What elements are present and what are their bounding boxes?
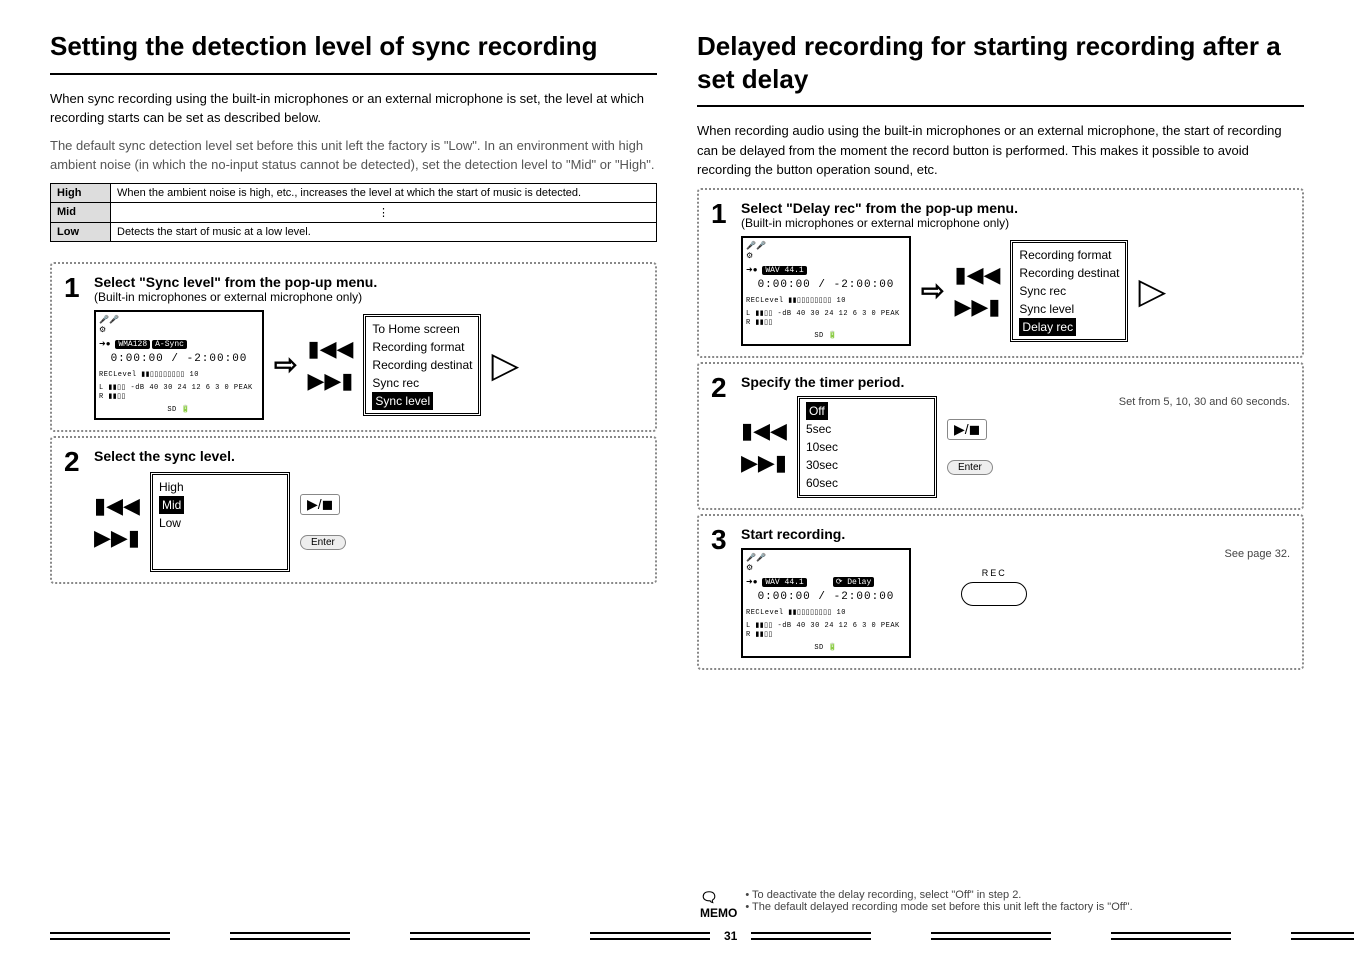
menu-item: 5sec — [806, 420, 928, 438]
menu-item: Recording format — [372, 338, 472, 356]
heading-right: Delayed recording for starting recording… — [697, 30, 1304, 95]
cell-mid-label: Mid — [51, 202, 111, 222]
intro-para-right: When recording audio using the built-in … — [697, 121, 1304, 180]
next-icon: ▶▶▮ — [741, 450, 787, 476]
heading-left: Setting the detection level of sync reco… — [50, 30, 657, 63]
timer-note: Set from 5, 10, 30 and 60 seconds. — [1119, 396, 1290, 408]
cell-mid-desc: ⋮ — [111, 202, 657, 222]
next-icon: ▶▶▮ — [954, 294, 1000, 320]
prev-icon: ▮◀◀ — [954, 262, 1000, 288]
step-number: 3 — [711, 526, 741, 554]
next-icon: ▶▶▮ — [307, 368, 353, 394]
memo-bubble-icon: 🗨 — [700, 889, 737, 906]
table-row: Low Detects the start of music at a low … — [51, 222, 657, 241]
menu-item: High — [159, 478, 281, 496]
menu-item: To Home screen — [372, 320, 472, 338]
menu-item: Recording format — [1019, 246, 1119, 264]
menu-item-selected: Delay rec — [1019, 318, 1076, 336]
table-row: High When the ambient noise is high, etc… — [51, 183, 657, 202]
page-footer: 31 English — [0, 926, 1354, 946]
menu-item-selected: Mid — [159, 496, 184, 514]
chevron-right-icon: ▷ — [491, 344, 519, 386]
right-step-2: 2 Specify the timer period. ▮◀◀ ▶▶▮ Off … — [697, 362, 1304, 510]
step-number: 1 — [64, 274, 94, 302]
chevron-right-icon: ▷ — [1138, 270, 1166, 312]
menu-item-selected: Sync level — [372, 392, 433, 410]
step-title: Select "Sync level" from the pop-up menu… — [94, 274, 643, 290]
memo-line-1: • To deactivate the delay recording, sel… — [745, 889, 1132, 901]
right-step-1: 1 Select "Delay rec" from the pop-up men… — [697, 188, 1304, 358]
intro-para-2: The default sync detection level set bef… — [50, 136, 657, 175]
prev-icon: ▮◀◀ — [741, 418, 787, 444]
menu-item: Sync rec — [372, 374, 472, 392]
menu-item: Recording destinat — [1019, 264, 1119, 282]
table-row: Mid ⋮ — [51, 202, 657, 222]
rule — [50, 73, 657, 75]
prev-icon: ▮◀◀ — [94, 493, 140, 519]
menu-item: Sync rec — [1019, 282, 1119, 300]
levels-table: High When the ambient noise is high, etc… — [50, 183, 657, 242]
page-number: 31 — [724, 929, 737, 943]
cell-low-label: Low — [51, 222, 111, 241]
prev-icon: ▮◀◀ — [307, 336, 353, 362]
menu-item: 10sec — [806, 438, 928, 456]
menu-item: 30sec — [806, 456, 928, 474]
rec-label: REC — [982, 568, 1007, 578]
right-arrow-icon: ⇨ — [921, 274, 944, 307]
memo-line-2: • The default delayed recording mode set… — [745, 901, 1132, 913]
enter-button: Enter — [947, 460, 993, 475]
step-subtitle: (Built-in microphones or external microp… — [741, 216, 1290, 230]
rec-button-icon — [961, 582, 1027, 606]
cell-low-desc: Detects the start of music at a low leve… — [111, 222, 657, 241]
menu-item: Sync level — [1019, 300, 1119, 318]
step-number: 1 — [711, 200, 741, 228]
menu-item: Recording destinat — [372, 356, 472, 374]
step-title: Select the sync level. — [94, 448, 643, 464]
popup-menu: Recording format Recording destinat Sync… — [1010, 240, 1128, 342]
rule — [697, 105, 1304, 107]
level-menu: High Mid Low — [150, 472, 290, 572]
step-subtitle: (Built-in microphones or external microp… — [94, 290, 643, 304]
memo-block: 🗨 MEMO • To deactivate the delay recordi… — [700, 889, 1133, 920]
left-step-1: 1 Select "Sync level" from the pop-up me… — [50, 262, 657, 432]
lcd-screen: 🎤🎤⚙ ➜● WMA128A-Sync 0:00:00 / -2:00:00 R… — [94, 310, 264, 420]
step-number: 2 — [64, 448, 94, 476]
enter-button: Enter — [300, 535, 346, 550]
intro-para-1: When sync recording using the built-in m… — [50, 89, 657, 128]
lcd-screen: 🎤🎤⚙ ➜● WAV 44.1 0:00:00 / -2:00:00 RECLe… — [741, 236, 911, 346]
timer-menu: Off 5sec 10sec 30sec 60sec — [797, 396, 937, 498]
play-stop-icon: ▶/◼ — [947, 419, 987, 440]
play-stop-icon: ▶/◼ — [300, 494, 340, 515]
lcd-screen: 🎤🎤⚙ ➜● WAV 44.1 ⟳ Delay 0:00:00 / -2:00:… — [741, 548, 911, 658]
next-icon: ▶▶▮ — [94, 525, 140, 551]
right-step-3: 3 Start recording. 🎤🎤⚙ ➜● WAV 44.1 ⟳ Del… — [697, 514, 1304, 670]
cell-high-desc: When the ambient noise is high, etc., in… — [111, 183, 657, 202]
step-title: Start recording. — [741, 526, 1290, 542]
popup-menu: To Home screen Recording format Recordin… — [363, 314, 481, 416]
menu-item: 60sec — [806, 474, 928, 492]
menu-item-selected: Off — [806, 402, 828, 420]
memo-label: MEMO — [700, 906, 737, 920]
right-arrow-icon: ⇨ — [274, 348, 297, 381]
step-title: Specify the timer period. — [741, 374, 1290, 390]
step-title: Select "Delay rec" from the pop-up menu. — [741, 200, 1290, 216]
menu-item: Low — [159, 514, 281, 532]
see-page-note: See page 32. — [1225, 548, 1290, 560]
cell-high-label: High — [51, 183, 111, 202]
step-number: 2 — [711, 374, 741, 402]
left-step-2: 2 Select the sync level. ▮◀◀ ▶▶▮ High Mi… — [50, 436, 657, 584]
